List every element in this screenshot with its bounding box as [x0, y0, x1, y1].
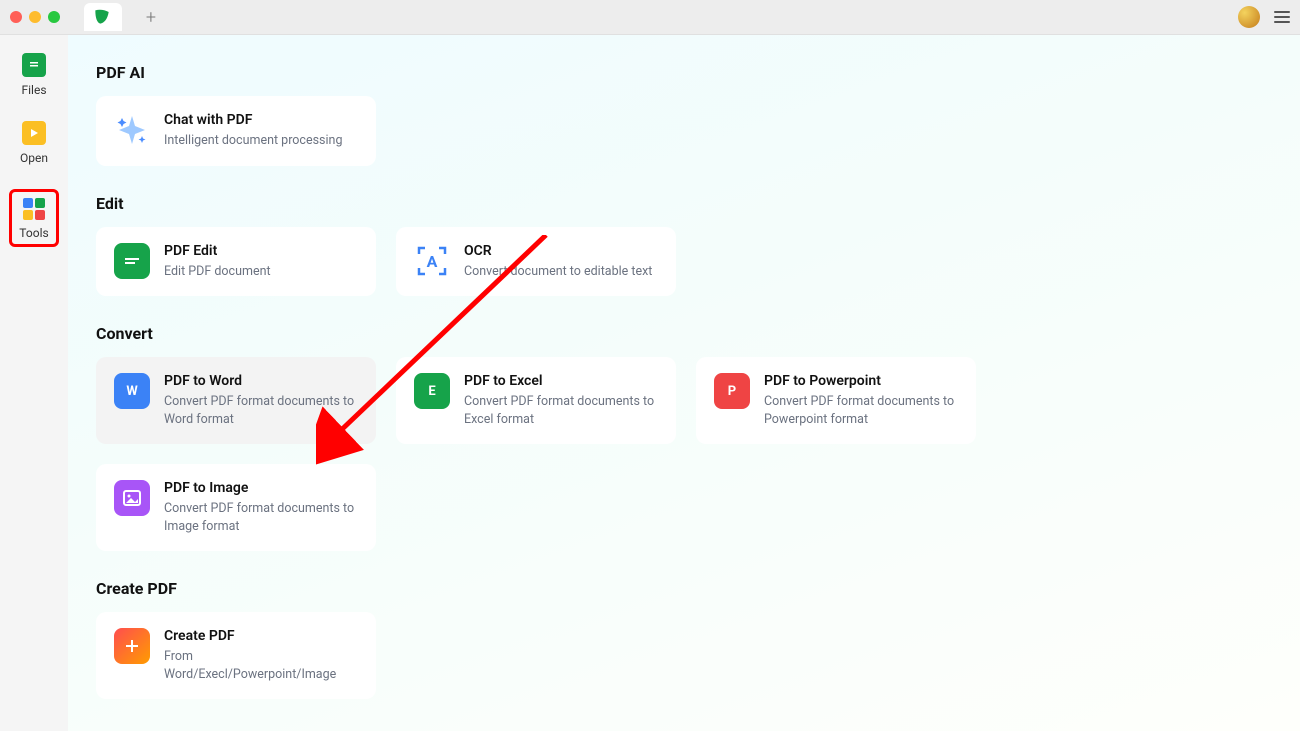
section-heading: Edit	[96, 194, 1272, 213]
excel-icon: E	[414, 373, 450, 409]
app-logo-icon	[92, 7, 112, 27]
pdf-edit-icon	[114, 243, 150, 279]
card-pdf-to-image[interactable]: PDF to Image Convert PDF format document…	[96, 464, 376, 551]
card-title: Create PDF	[164, 628, 358, 644]
sidebar-label: Tools	[19, 226, 48, 240]
image-icon	[114, 480, 150, 516]
open-icon	[22, 121, 46, 145]
card-create-pdf[interactable]: Create PDF From Word/Execl/Powerpoint/Im…	[96, 612, 376, 699]
minimize-window-button[interactable]	[29, 11, 41, 23]
main-content: PDF AI Chat with PDF Intelligent documen…	[68, 35, 1300, 731]
card-pdf-to-word[interactable]: W PDF to Word Convert PDF format documen…	[96, 357, 376, 444]
card-desc: Intelligent document processing	[164, 132, 342, 150]
card-title: OCR	[464, 243, 652, 259]
card-desc: From Word/Execl/Powerpoint/Image	[164, 648, 358, 683]
section-convert: Convert W PDF to Word Convert PDF format…	[96, 324, 1272, 551]
svg-text:A: A	[427, 252, 438, 271]
tools-icon	[23, 198, 45, 220]
section-heading: PDF AI	[96, 63, 1272, 82]
word-icon: W	[114, 373, 150, 409]
card-pdf-edit[interactable]: PDF Edit Edit PDF document	[96, 227, 376, 297]
new-tab-button[interactable]: +	[138, 4, 164, 30]
sidebar-label: Files	[21, 83, 46, 97]
card-desc: Convert PDF format documents to Image fo…	[164, 500, 358, 535]
card-title: PDF to Powerpoint	[764, 373, 958, 389]
section-heading: Create PDF	[96, 579, 1272, 598]
files-icon	[22, 53, 46, 77]
sidebar-item-tools[interactable]: Tools	[9, 189, 59, 247]
create-pdf-icon	[114, 628, 150, 664]
section-pdf-ai: PDF AI Chat with PDF Intelligent documen…	[96, 63, 1272, 166]
card-desc: Convert PDF format documents to Powerpoi…	[764, 393, 958, 428]
card-title: PDF to Word	[164, 373, 358, 389]
card-pdf-to-excel[interactable]: E PDF to Excel Convert PDF format docume…	[396, 357, 676, 444]
card-title: PDF to Excel	[464, 373, 658, 389]
window-controls	[10, 11, 60, 23]
sidebar-item-open[interactable]: Open	[9, 121, 59, 165]
sidebar-label: Open	[20, 151, 48, 165]
card-desc: Convert PDF format documents to Excel fo…	[464, 393, 658, 428]
close-window-button[interactable]	[10, 11, 22, 23]
menu-button[interactable]	[1274, 11, 1290, 23]
card-pdf-to-powerpoint[interactable]: P PDF to Powerpoint Convert PDF format d…	[696, 357, 976, 444]
ocr-icon: A	[414, 243, 450, 279]
titlebar: +	[0, 0, 1300, 35]
active-tab[interactable]	[84, 3, 122, 31]
card-desc: Convert PDF format documents to Word for…	[164, 393, 358, 428]
section-create-pdf: Create PDF Create PDF From Word/Execl/Po…	[96, 579, 1272, 699]
section-heading: Convert	[96, 324, 1272, 343]
card-title: PDF Edit	[164, 243, 271, 259]
user-avatar[interactable]	[1238, 6, 1260, 28]
section-edit: Edit PDF Edit Edit PDF document	[96, 194, 1272, 297]
card-desc: Edit PDF document	[164, 263, 271, 281]
sidebar-item-files[interactable]: Files	[9, 53, 59, 97]
card-ocr[interactable]: A OCR Convert document to editable text	[396, 227, 676, 297]
card-title: PDF to Image	[164, 480, 358, 496]
card-desc: Convert document to editable text	[464, 263, 652, 281]
powerpoint-icon: P	[714, 373, 750, 409]
card-chat-with-pdf[interactable]: Chat with PDF Intelligent document proce…	[96, 96, 376, 166]
maximize-window-button[interactable]	[48, 11, 60, 23]
sparkle-ai-icon	[114, 112, 150, 148]
card-title: Chat with PDF	[164, 112, 342, 128]
sidebar: Files Open Tools	[0, 35, 68, 731]
